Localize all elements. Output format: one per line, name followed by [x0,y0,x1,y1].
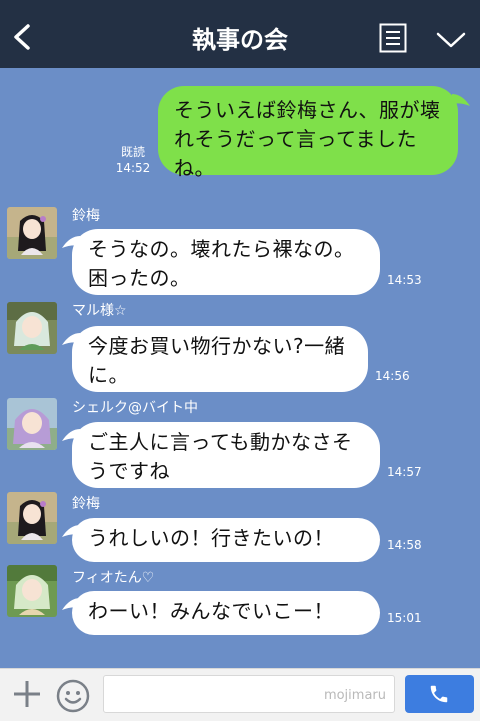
incoming-message[interactable]: ご主人に言っても動かなさそうですね [72,422,380,488]
sender-name: フィオたん♡ [72,570,155,586]
avatar[interactable] [7,492,57,544]
message-time: 14:58 [387,538,422,552]
bubble-tail [62,525,80,537]
bubble-tail [62,236,80,248]
chevron-down-icon[interactable] [436,31,466,49]
message-time: 14:56 [375,369,410,383]
bubble-tail [62,429,80,441]
message-list[interactable]: 既読 14:52 そういえば鈴梅さん、服が壊れそうだって言ってましたね。 鈴梅 … [0,68,480,668]
incoming-message[interactable]: そうなの。壊れたら裸なの。困ったの。 [72,229,380,295]
avatar[interactable] [7,565,57,617]
incoming-message[interactable]: わーい！みんなでいこー！ [72,591,380,635]
bubble-tail [62,598,80,610]
chat-title: 執事の会 [192,26,288,54]
sender-name: 鈴梅 [72,208,100,224]
chat-header: 執事の会 [0,0,480,68]
message-time: 14:53 [387,273,422,287]
outgoing-message[interactable]: そういえば鈴梅さん、服が壊れそうだって言ってましたね。 [158,86,458,180]
call-button[interactable] [405,675,474,713]
sender-name: マル様☆ [72,303,127,319]
read-status: 既読 14:52 [115,145,151,175]
emoji-icon[interactable] [55,678,91,714]
avatar[interactable] [7,302,57,354]
bubble-tail [452,94,470,106]
phone-icon [430,685,448,703]
message-input[interactable]: mojimaru [103,675,395,713]
avatar[interactable] [7,398,57,450]
bubble-tail [62,333,80,345]
sender-name: 鈴梅 [72,496,100,512]
menu-icon[interactable] [379,23,407,53]
incoming-message[interactable]: 今度お買い物行かない?一緒に。 [72,326,368,392]
watermark: mojimaru [323,688,386,703]
message-time: 14:57 [387,465,422,479]
message-time: 15:01 [387,611,422,625]
plus-icon[interactable] [12,679,42,709]
incoming-message[interactable]: うれしいの！行きたいの！ [72,518,380,562]
input-bar: mojimaru [0,668,480,721]
sender-name: シェルク@バイト中 [72,400,198,416]
avatar[interactable] [7,207,57,259]
